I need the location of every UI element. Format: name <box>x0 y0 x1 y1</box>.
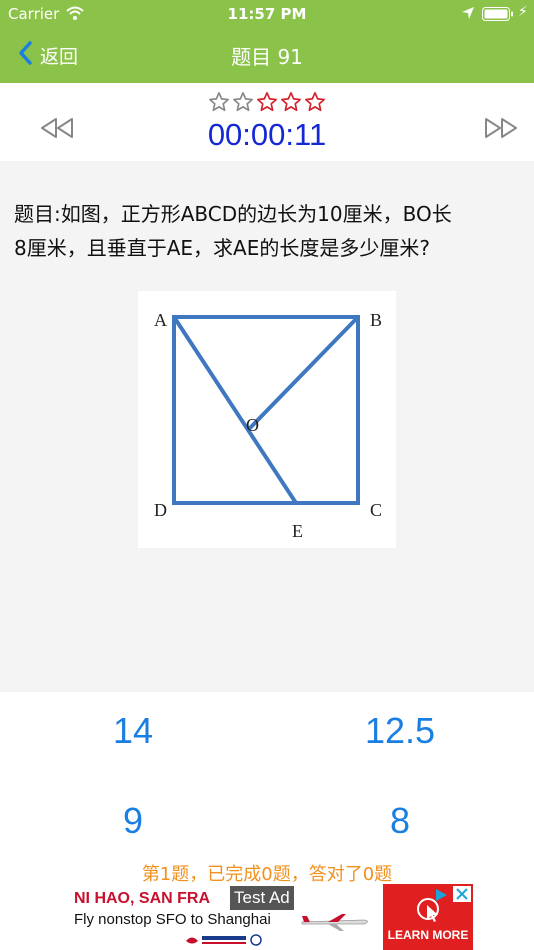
ad-banner[interactable]: NI HAO, SAN FRA Fly nonstop SFO to Shang… <box>62 884 473 950</box>
airplane-image <box>300 912 372 936</box>
status-bar: Carrier 11:57 PM ⚡ <box>0 0 534 28</box>
star-icon <box>257 92 277 112</box>
location-icon <box>461 6 475 24</box>
previous-icon <box>38 118 76 143</box>
point-label-o: O <box>246 415 259 435</box>
vertex-label-c: C <box>370 500 382 520</box>
answer-option-3[interactable]: 9 <box>63 800 203 842</box>
vertex-label-d: D <box>154 500 167 520</box>
vertex-label-b: B <box>370 310 382 330</box>
progress-status: 第1题，已完成0题，答对了0题 <box>141 864 393 885</box>
point-label-e: E <box>292 521 303 541</box>
ad-headline: NI HAO, SAN FRA <box>74 890 210 907</box>
star-icon <box>281 92 301 112</box>
elapsed-timer: 00:00:11 <box>207 117 327 152</box>
question-header: 00:00:11 <box>0 83 534 161</box>
answer-option-2[interactable]: 12.5 <box>330 710 470 752</box>
close-icon[interactable] <box>453 886 471 902</box>
battery-icon <box>482 7 514 25</box>
previous-question-button[interactable] <box>38 117 76 143</box>
question-area: 题目:如图，正方形ABCD的边长为10厘米，BO长 8厘米，且垂直于AE，求AE… <box>0 161 534 692</box>
charging-icon: ⚡ <box>518 4 528 20</box>
next-question-button[interactable] <box>482 117 520 143</box>
segment-bo <box>248 315 360 430</box>
nav-bar: 返回 题目 91 <box>0 28 534 83</box>
question-line: 8厘米，且垂直于AE，求AE的长度是多少厘米? <box>14 236 430 260</box>
answer-options: 14 12.5 9 8 <box>0 692 534 882</box>
test-ad-tag: Test Ad <box>230 886 294 910</box>
status-time: 11:57 PM <box>227 5 307 23</box>
answer-option-1[interactable]: 14 <box>63 710 203 752</box>
airline-logo <box>184 932 274 950</box>
learn-more-label: LEARN MORE <box>387 928 469 942</box>
page-title: 题目 91 <box>231 45 303 69</box>
difficulty-rating <box>0 91 534 115</box>
question-figure: A B C D E O <box>138 291 396 548</box>
question-line: 题目:如图，正方形ABCD的边长为10厘米，BO长 <box>14 202 452 226</box>
star-icon <box>209 92 229 112</box>
ad-choices-icon[interactable] <box>433 887 449 907</box>
vertex-label-a: A <box>154 310 167 330</box>
segment-ae <box>172 315 298 505</box>
square-diagram: A B C D E O <box>154 310 382 541</box>
star-icon <box>233 92 253 112</box>
ad-subtext: Fly nonstop SFO to Shanghai <box>74 911 271 928</box>
answer-option-4[interactable]: 8 <box>330 800 470 842</box>
next-icon <box>482 118 520 143</box>
question-text: 题目:如图，正方形ABCD的边长为10厘米，BO长 8厘米，且垂直于AE，求AE… <box>14 197 524 265</box>
star-icon <box>305 92 325 112</box>
